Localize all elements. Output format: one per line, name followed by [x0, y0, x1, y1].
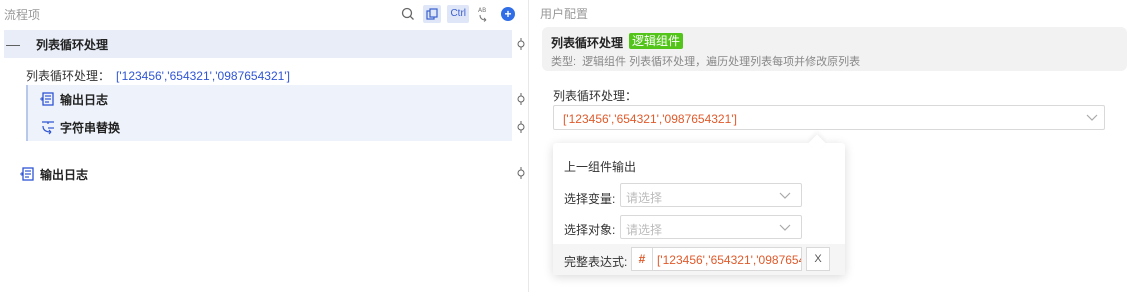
search-icon[interactable] [399, 5, 417, 23]
tree-item-string-replace[interactable]: 字符串替换 [26, 113, 512, 141]
variable-select-label: 选择变量: [564, 192, 616, 206]
component-description: 类型: 逻辑组件 列表循环处理，遍历处理列表每项并修改原列表 [551, 53, 860, 69]
log-output-icon [20, 167, 34, 181]
clear-expression-button[interactable]: X [806, 247, 830, 271]
loop-field-label: 列表循环处理： [553, 89, 638, 103]
tree-item-log-output-2[interactable]: 输出日志 [20, 160, 512, 188]
chevron-down-icon [779, 224, 791, 231]
expression-prefix: # [631, 247, 653, 271]
prev-output-popover: 上一组件输出 选择变量: 请选择 选择对象: 请选择 完整表达式: # ['12… [553, 134, 845, 275]
component-name: 列表循环处理 [551, 36, 624, 50]
ab-replace-icon[interactable]: AB [475, 5, 493, 23]
ctrl-key-icon[interactable]: Ctrl [447, 5, 469, 23]
log-output-icon [40, 92, 54, 106]
chevron-down-icon [1086, 114, 1098, 121]
loop-list-select[interactable]: ['123456','654321','0987654321'] [553, 105, 1105, 130]
add-icon[interactable]: + [499, 5, 517, 23]
full-expression-row: 完整表达式: # ['123456','654321','0987654321'… [553, 244, 845, 275]
tree-item-string-replace-label: 字符串替换 [60, 120, 121, 135]
component-type-tag: 逻辑组件 [629, 33, 684, 49]
chevron-down-icon [779, 192, 791, 199]
component-type-label: 类型: [551, 56, 577, 68]
connector-pin-icon[interactable] [516, 121, 526, 133]
flow-items-title: 流程项 [4, 8, 41, 22]
connector-pin-icon[interactable] [516, 38, 526, 50]
object-select-placeholder: 请选择 [626, 223, 663, 237]
full-expression-input[interactable]: ['123456','654321','0987654321'] [653, 247, 802, 271]
loop-list-value: ['123456','654321','0987654321'] [563, 112, 737, 126]
component-info-card: 列表循环处理 逻辑组件 类型: 逻辑组件 列表循环处理，遍历处理列表每项并修改原列… [542, 27, 1127, 71]
tree-item-log-output-2-label: 输出日志 [40, 167, 89, 182]
full-expression-value: ['123456','654321','0987654321'] [657, 253, 801, 267]
flow-items-panel: 流程项 Ctrl AB + — 列表循环处理 列表循环处理： ['123456'… [0, 0, 529, 292]
tree-item-loop-label: 列表循环处理 [36, 37, 109, 52]
popover-arrow [808, 134, 826, 152]
popover-title: 上一组件输出 [564, 160, 637, 174]
connector-pin-icon[interactable] [516, 167, 526, 179]
tree-item-loop[interactable]: — 列表循环处理 [4, 30, 512, 58]
component-type-desc: 逻辑组件 列表循环处理，遍历处理列表每项并修改原列表 [582, 56, 861, 68]
object-select-label: 选择对象: [564, 223, 616, 237]
object-select[interactable]: 请选择 [620, 215, 802, 239]
tree-item-log-output[interactable]: 输出日志 [26, 85, 512, 113]
variable-select[interactable]: 请选择 [620, 183, 802, 207]
connector-pin-icon[interactable] [516, 93, 526, 105]
string-replace-icon [42, 121, 54, 135]
user-config-title: 用户配置 [540, 7, 589, 21]
app-root: 流程项 Ctrl AB + — 列表循环处理 列表循环处理： ['123456'… [0, 0, 1129, 292]
copy-icon[interactable] [423, 5, 442, 23]
full-expression-label: 完整表达式: [564, 255, 628, 269]
loop-expression-label: 列表循环处理： [26, 69, 111, 83]
flow-items-header: 流程项 Ctrl AB + [0, 0, 529, 28]
variable-select-placeholder: 请选择 [626, 191, 663, 205]
tree-item-log-output-label: 输出日志 [60, 92, 109, 107]
collapse-icon[interactable]: — [6, 36, 20, 52]
loop-expression: 列表循环处理： ['123456','654321','0987654321'] [26, 67, 290, 84]
flow-toolbar: Ctrl AB + [399, 5, 517, 23]
svg-text:AB: AB [478, 7, 486, 14]
loop-expression-value: ['123456','654321','0987654321'] [116, 69, 290, 83]
